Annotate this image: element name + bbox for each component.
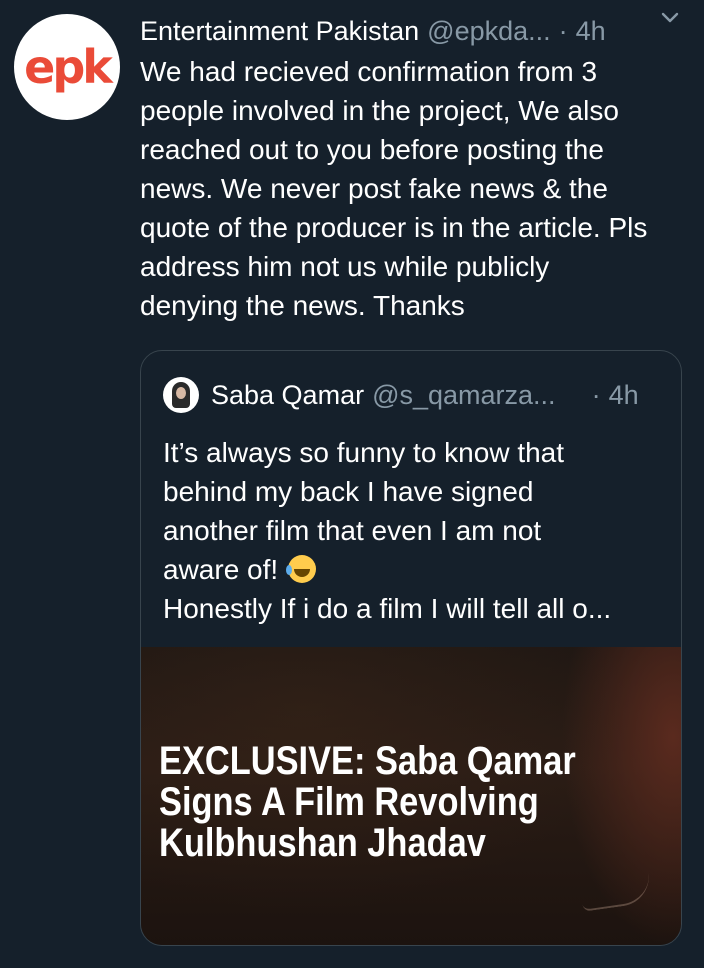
tweet-time[interactable]: 4h bbox=[576, 12, 606, 50]
separator-dot: · bbox=[558, 16, 568, 46]
quoted-tweet-text: It’s always so funny to know that behind… bbox=[163, 433, 663, 628]
quoted-tweet[interactable]: Saba Qamar @s_qamarza... · 4h It’s alway… bbox=[140, 350, 682, 946]
author-avatar[interactable]: epk bbox=[14, 14, 120, 120]
author-handle[interactable]: @epkda... bbox=[427, 12, 550, 50]
tweet-header: Entertainment Pakistan @epkda... · 4h bbox=[140, 12, 696, 50]
quoted-text-line-with-emoji: aware of! bbox=[163, 550, 663, 589]
face-with-tears-of-joy-icon bbox=[285, 555, 316, 583]
quoted-text-line: Honestly If i do a film I will tell all … bbox=[163, 593, 612, 624]
article-preview-image[interactable]: EXCLUSIVE: Saba Qamar Signs A Film Revol… bbox=[141, 647, 681, 945]
quoted-text-line: another film that even I am not bbox=[163, 515, 542, 546]
quoted-text-line: aware of! bbox=[163, 554, 279, 585]
image-headline: EXCLUSIVE: Saba Qamar Signs A Film Revol… bbox=[159, 741, 589, 864]
tweet-text: We had recieved confirmation from 3 peop… bbox=[140, 56, 648, 321]
tweet[interactable]: epk Entertainment Pakistan @epkda... · 4… bbox=[0, 0, 704, 968]
headline-line: Kulbhushan Jhadav bbox=[159, 821, 486, 865]
signature-graphic bbox=[579, 872, 653, 912]
headline-line: Signs A Film Revolving bbox=[159, 780, 539, 824]
epk-logo: epk bbox=[24, 40, 113, 94]
chevron-down-icon[interactable] bbox=[660, 4, 680, 32]
author-name[interactable]: Entertainment Pakistan bbox=[140, 12, 419, 50]
quoted-author-name[interactable]: Saba Qamar bbox=[211, 377, 364, 413]
quoted-text-line: It’s always so funny to know that bbox=[163, 437, 565, 468]
quoted-author-avatar[interactable] bbox=[163, 377, 199, 413]
quoted-tweet-header: Saba Qamar @s_qamarza... · 4h bbox=[163, 377, 663, 413]
headline-line: EXCLUSIVE: Saba Qamar bbox=[159, 739, 576, 783]
separator-dot: · bbox=[591, 380, 601, 410]
quoted-tweet-time[interactable]: 4h bbox=[609, 377, 639, 413]
quoted-author-handle[interactable]: @s_qamarza... bbox=[372, 377, 555, 413]
quoted-text-line: behind my back I have signed bbox=[163, 476, 534, 507]
